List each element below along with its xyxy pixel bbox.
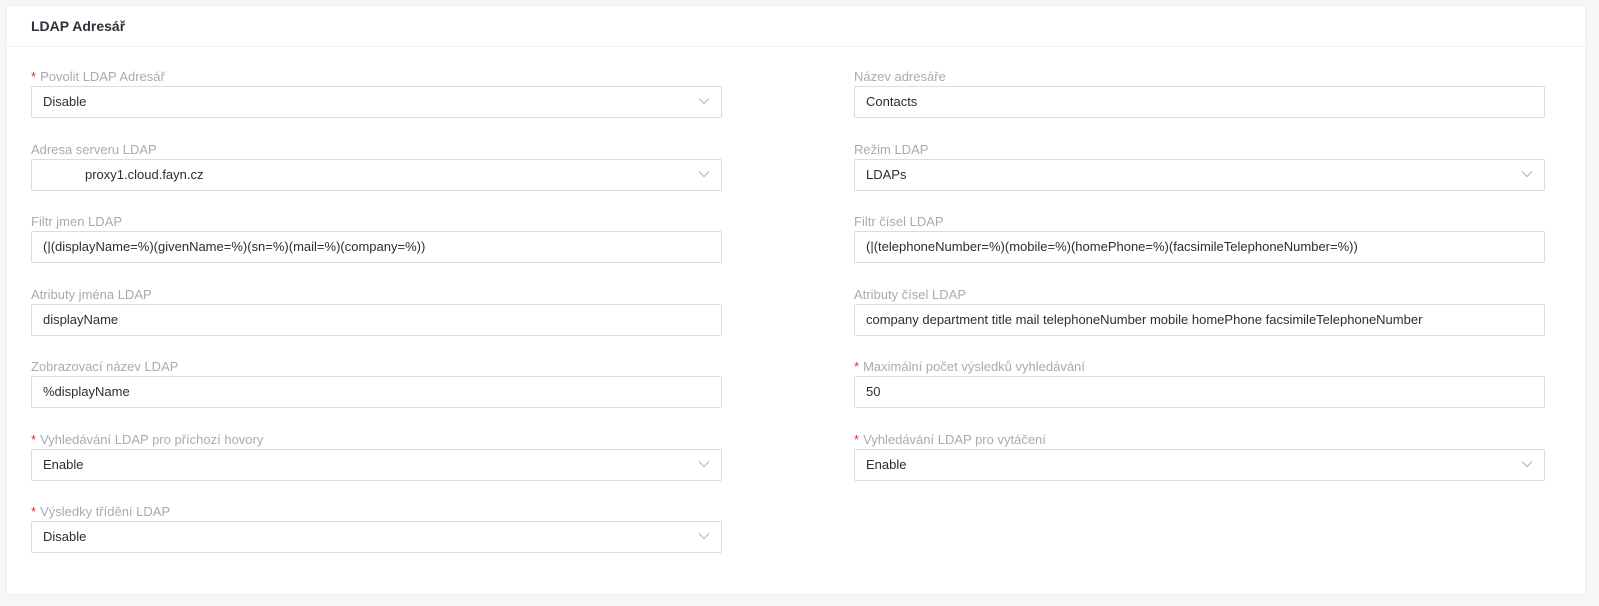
enable-ldap-select[interactable]: Disable bbox=[31, 86, 722, 118]
directory-name-label: Název adresáře bbox=[854, 69, 946, 84]
number-attributes-label: Atributy čísel LDAP bbox=[854, 287, 966, 302]
name-filter-label: Filtr jmen LDAP bbox=[31, 214, 123, 229]
number-filter-field: Filtr čísel LDAP (|(telephoneNumber=%)(m… bbox=[854, 213, 1545, 263]
number-filter-input[interactable]: (|(telephoneNumber=%)(mobile=%)(homePhon… bbox=[854, 231, 1545, 263]
name-filter-value: (|(displayName=%)(givenName=%)(sn=%)(mai… bbox=[43, 239, 426, 254]
max-results-field: * Maximální počet výsledků vyhledávání 50 bbox=[854, 358, 1545, 408]
max-results-input[interactable]: 50 bbox=[854, 376, 1545, 408]
dialing-lookup-label: Vyhledávání LDAP pro vytáčení bbox=[863, 432, 1046, 447]
name-attributes-input[interactable]: displayName bbox=[31, 304, 722, 336]
directory-name-value: Contacts bbox=[866, 94, 918, 109]
enable-ldap-field: * Povolit LDAP Adresář Disable bbox=[31, 68, 722, 118]
required-marker: * bbox=[31, 69, 37, 84]
incoming-lookup-select[interactable]: Enable bbox=[31, 449, 722, 481]
sort-results-field: * Výsledky třídění LDAP Disable bbox=[31, 503, 722, 553]
name-filter-field: Filtr jmen LDAP (|(displayName=%)(givenN… bbox=[31, 213, 722, 263]
required-marker: * bbox=[854, 359, 860, 374]
ldap-mode-label: Režim LDAP bbox=[854, 142, 929, 157]
chevron-down-icon bbox=[698, 171, 710, 178]
required-marker: * bbox=[31, 504, 37, 519]
display-name-field: Zobrazovací název LDAP %displayName bbox=[31, 358, 722, 408]
number-attributes-field: Atributy čísel LDAP company department t… bbox=[854, 286, 1545, 336]
ldap-mode-select[interactable]: LDAPs bbox=[854, 159, 1545, 191]
incoming-lookup-value: Enable bbox=[43, 457, 84, 472]
max-results-value: 50 bbox=[866, 384, 881, 399]
incoming-lookup-field: * Vyhledávání LDAP pro příchozí hovory En… bbox=[31, 431, 722, 481]
directory-name-input[interactable]: Contacts bbox=[854, 86, 1545, 118]
server-address-field: Adresa serveru LDAP proxy1.cloud.fayn.cz bbox=[31, 141, 722, 191]
number-attributes-input[interactable]: company department title mail telephoneN… bbox=[854, 304, 1545, 336]
dialing-lookup-field: * Vyhledávání LDAP pro vytáčení Enable bbox=[854, 431, 1545, 481]
number-filter-value: (|(telephoneNumber=%)(mobile=%)(homePhon… bbox=[866, 239, 1358, 254]
chevron-down-icon bbox=[698, 533, 710, 540]
name-attributes-value: displayName bbox=[43, 312, 119, 327]
panel-header: LDAP Adresář bbox=[7, 6, 1585, 47]
sort-results-value: Disable bbox=[43, 529, 87, 544]
display-name-label: Zobrazovací název LDAP bbox=[31, 359, 179, 374]
enable-ldap-value: Disable bbox=[43, 94, 87, 109]
name-attributes-label: Atributy jména LDAP bbox=[31, 287, 152, 302]
display-name-input[interactable]: %displayName bbox=[31, 376, 722, 408]
dialing-lookup-value: Enable bbox=[866, 457, 907, 472]
enable-ldap-label: Povolit LDAP Adresář bbox=[40, 69, 165, 84]
dialing-lookup-select[interactable]: Enable bbox=[854, 449, 1545, 481]
chevron-down-icon bbox=[698, 461, 710, 468]
chevron-down-icon bbox=[698, 98, 710, 105]
chevron-down-icon bbox=[1521, 171, 1533, 178]
sort-results-label: Výsledky třídění LDAP bbox=[40, 504, 171, 519]
display-name-value: %displayName bbox=[43, 384, 130, 399]
required-marker: * bbox=[31, 432, 37, 447]
name-attributes-field: Atributy jména LDAP displayName bbox=[31, 286, 722, 336]
name-filter-input[interactable]: (|(displayName=%)(givenName=%)(sn=%)(mai… bbox=[31, 231, 722, 263]
ldap-mode-value: LDAPs bbox=[866, 167, 907, 182]
panel-title: LDAP Adresář bbox=[31, 18, 126, 34]
incoming-lookup-label: Vyhledávání LDAP pro příchozí hovory bbox=[40, 432, 264, 447]
number-attributes-value: company department title mail telephoneN… bbox=[866, 312, 1423, 327]
max-results-label: Maximální počet výsledků vyhledávání bbox=[863, 359, 1085, 374]
chevron-down-icon bbox=[1521, 461, 1533, 468]
number-filter-label: Filtr čísel LDAP bbox=[854, 214, 944, 229]
ldap-mode-field: Režim LDAP LDAPs bbox=[854, 141, 1545, 191]
server-address-select[interactable]: proxy1.cloud.fayn.cz bbox=[31, 159, 722, 191]
required-marker: * bbox=[854, 432, 860, 447]
directory-name-field: Název adresáře Contacts bbox=[854, 68, 1545, 118]
server-address-value: proxy1.cloud.fayn.cz bbox=[85, 167, 204, 182]
ldap-directory-panel: LDAP Adresář * Povolit LDAP Adresář Disab… bbox=[6, 5, 1586, 595]
server-address-label: Adresa serveru LDAP bbox=[31, 142, 157, 157]
sort-results-select[interactable]: Disable bbox=[31, 521, 722, 553]
